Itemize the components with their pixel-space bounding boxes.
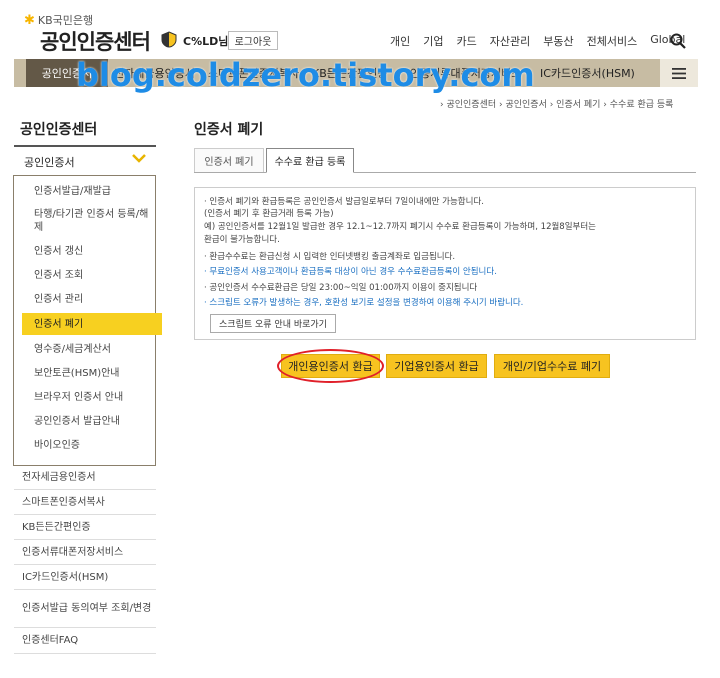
sidebar-subitem[interactable]: 인증서 관리 [34,293,150,306]
sidebar-item[interactable]: 인증서류대폰저장서비스 [14,540,156,565]
sidebar-subitem-active[interactable]: 인증서 폐기 [22,313,162,335]
notice-line: · 공인인증서 수수료환급은 당일 23:00~익일 01:00까지 이용이 중… [204,283,478,293]
sidebar-item[interactable]: IC카드인증서(HSM) [14,565,156,590]
sidebar-divider [14,145,156,147]
notice-line-highlight: · 스크립트 오류가 발생하는 경우, 호환성 보기로 설정을 변경하여 이용해… [204,298,524,308]
sidebar-subitem[interactable]: 타행/타기관 인증서 등록/해제 [34,208,150,234]
top-nav-item[interactable]: 카드 [457,33,477,49]
fee-revoke-button[interactable]: 개인/기업수수료 폐기 [494,354,610,378]
sidebar-section-toggle[interactable]: 공인인증서 [14,148,156,174]
sidebar-title: 공인인증센터 [20,122,98,138]
sidebar-item[interactable]: 스마트폰인증서복사 [14,490,156,515]
notice-line: (인증서 폐기 후 환급거래 등록 가능) [204,209,334,219]
sidebar-item[interactable]: 전자세금용인증서 [14,466,156,490]
search-icon[interactable] [670,33,686,49]
corporate-refund-button[interactable]: 기업용인증서 환급 [386,354,487,378]
top-nav: 개인 기업 카드 자산관리 부동산 전체서비스 Global [390,33,685,49]
site-title[interactable]: 공인인증센터 [40,26,151,56]
shield-user-icon [161,31,177,48]
user-name: C%LD님 [183,35,229,48]
top-nav-item[interactable]: 전체서비스 [587,33,638,49]
main-nav-item[interactable]: IC카드인증서(HSM) [540,59,635,87]
sidebar-subitem[interactable]: 인증서 조회 [34,269,150,282]
watermark-text: blog.coldzero.tistory.com [76,56,535,94]
tab-certificate-revoke[interactable]: 인증서 폐기 [194,148,264,172]
sidebar-item[interactable]: 인증센터FAQ [14,628,156,654]
logout-button[interactable]: 로그아웃 [228,31,278,50]
kb-star-icon: ✱ [24,12,35,28]
notice-line: · 인증서 폐기와 환급등록은 공인인증서 발급일로부터 7일이내에만 가능합니… [204,197,484,207]
sidebar-item[interactable]: KB든든간편인증 [14,515,156,540]
sidebar-subitem[interactable]: 보안토큰(HSM)안내 [34,367,150,380]
sidebar-subitem[interactable]: 인증서발급/재발급 [34,185,150,198]
top-nav-item[interactable]: 개인 [390,33,410,49]
sidebar-subitem[interactable]: 인증서 갱신 [34,245,150,258]
hamburger-icon [672,67,686,79]
sidebar-subitem[interactable]: 공인인증서 발급안내 [34,415,150,428]
tab-fee-refund[interactable]: 수수료 환급 등록 [266,148,354,173]
notice-line: 환급이 불가능합니다. [204,235,280,245]
top-nav-item[interactable]: 자산관리 [490,33,530,49]
notice-line-highlight: · 무료인증서 사용고객이나 환급등록 대상이 아닌 경우 수수료환급등록이 안… [204,267,497,277]
annotation-circle [277,349,384,383]
chevron-down-icon [132,154,146,163]
top-nav-item[interactable]: 부동산 [543,33,573,49]
script-error-guide-button[interactable]: 스크립트 오류 안내 바로가기 [210,314,336,333]
sidebar-section-label: 공인인증서 [24,156,75,169]
notice-line: · 환급수수료는 환급신청 시 입력한 인터넷뱅킹 출금계좌로 입금됩니다. [204,252,456,262]
sidebar-item[interactable]: 인증서발급 동의여부 조회/변경 [14,590,156,628]
sidebar-subitem[interactable]: 바이오인증 [34,439,150,452]
sidebar-subitem[interactable]: 영수증/세금계산서 [34,343,150,356]
notice-line: 예) 공인인증서를 12월1일 발급한 경우 12.1~12.7까지 폐기시 수… [204,222,596,232]
menu-button[interactable] [660,59,698,87]
sidebar-subitem[interactable]: 브라우저 인증서 안내 [34,391,150,404]
page-title: 인증서 폐기 [194,122,264,138]
top-nav-item[interactable]: 기업 [423,33,443,49]
breadcrumb: › 공인인증센터 › 공인인증서 › 인증서 폐기 › 수수료 환급 등록 [440,100,674,110]
